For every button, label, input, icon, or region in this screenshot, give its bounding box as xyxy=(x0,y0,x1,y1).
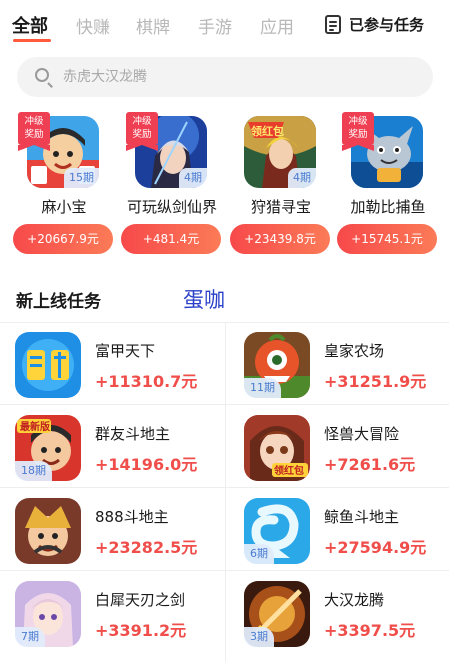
task-item[interactable]: 888斗地主 +23282.5元 xyxy=(0,488,224,570)
period-badge: 4期 xyxy=(288,168,316,188)
task-item[interactable]: 3期 大汉龙腾 +3397.5元 xyxy=(226,571,449,653)
task-item[interactable]: 领红包 怪兽大冒险 +7261.6元 xyxy=(226,405,449,487)
search-input[interactable] xyxy=(63,57,413,97)
task-item[interactable]: 富甲天下 +11310.7元 xyxy=(0,322,224,404)
featured-amount-button[interactable]: +20667.9元 xyxy=(13,224,113,254)
tab-chess-cards[interactable]: 棋牌 xyxy=(136,13,170,38)
document-icon xyxy=(325,15,341,34)
svg-text:领红包: 领红包 xyxy=(250,124,284,138)
featured-name: 狩猎寻宝 xyxy=(250,198,311,216)
task-amount: +27594.9元 xyxy=(324,538,427,557)
task-amount: +23282.5元 xyxy=(95,538,198,557)
tab-quick-earn[interactable]: 快赚 xyxy=(76,13,110,38)
featured-amount-button[interactable]: +481.4元 xyxy=(121,224,221,254)
svg-text:领红包: 领红包 xyxy=(274,464,304,477)
search-icon xyxy=(35,68,49,82)
featured-item[interactable]: 冲级 奖励 加勒比捕鱼 +15745.1元 xyxy=(336,112,440,262)
featured-item[interactable]: 领红包 4期 狩猎寻宝 +23439.8元 xyxy=(229,112,333,262)
level-reward-badge: 冲级 奖励 xyxy=(126,112,158,151)
featured-name: 可玩纵剑仙界 xyxy=(126,198,217,216)
joined-tasks-button[interactable]: 已参与任务 xyxy=(325,14,424,35)
task-item[interactable]: 最新版 18期 群友斗地主 +14196.0元 xyxy=(0,405,224,487)
level-reward-badge: 冲级 奖励 xyxy=(18,112,50,151)
task-name: 鲸鱼斗地主 xyxy=(324,508,400,526)
task-name: 888斗地主 xyxy=(95,508,169,526)
task-amount: +11310.7元 xyxy=(95,372,198,391)
task-amount: +3391.2元 xyxy=(95,621,187,640)
task-name: 富甲天下 xyxy=(95,342,156,360)
period-badge: 4期 xyxy=(179,168,207,188)
featured-amount-button[interactable]: +23439.8元 xyxy=(230,224,330,254)
task-amount: +14196.0元 xyxy=(95,455,198,474)
task-item[interactable]: 6期 鲸鱼斗地主 +27594.9元 xyxy=(226,488,449,570)
task-name: 白犀天刃之剑 xyxy=(95,591,186,609)
period-badge: 18期 xyxy=(15,461,52,481)
tab-mobile-games[interactable]: 手游 xyxy=(198,13,232,38)
tab-apps[interactable]: 应用 xyxy=(260,13,294,38)
period-badge: 15期 xyxy=(64,168,99,188)
task-name: 大汉龙腾 xyxy=(324,591,385,609)
watermark-text: 蛋咖 xyxy=(183,288,225,312)
svg-text:最新版: 最新版 xyxy=(20,420,50,433)
task-amount: +3397.5元 xyxy=(324,621,416,640)
featured-item[interactable]: 冲级 奖励 15期 麻小宝 +20667.9元 xyxy=(12,112,116,262)
featured-name: 加勒比捕鱼 xyxy=(350,198,426,216)
fujia-icon xyxy=(15,332,81,398)
period-badge: 7期 xyxy=(15,627,45,647)
period-badge: 3期 xyxy=(244,627,274,647)
task-item[interactable]: 11期 皇家农场 +31251.9元 xyxy=(226,322,449,404)
task-amount: +31251.9元 xyxy=(324,372,427,391)
task-name: 群友斗地主 xyxy=(95,425,171,443)
search-bar[interactable] xyxy=(17,57,433,97)
featured-games: 冲级 奖励 15期 麻小宝 +20667.9元 冲级 奖励 4期 可玩纵剑仙界 +4… xyxy=(0,112,449,262)
task-amount: +7261.6元 xyxy=(324,455,416,474)
tab-all[interactable]: 全部 xyxy=(12,12,48,38)
landlord-888-icon xyxy=(15,498,81,564)
featured-item[interactable]: 冲级 奖励 4期 可玩纵剑仙界 +481.4元 xyxy=(120,112,224,262)
task-name: 皇家农场 xyxy=(324,342,385,360)
category-tabs: 全部 快赚 棋牌 手游 应用 已参与任务 xyxy=(0,0,449,52)
active-tab-indicator xyxy=(13,39,51,42)
monster-girl-icon: 领红包 xyxy=(244,415,310,481)
featured-name: 麻小宝 xyxy=(41,198,87,216)
period-badge: 6期 xyxy=(244,544,274,564)
level-reward-badge: 冲级 奖励 xyxy=(342,112,374,151)
period-badge: 11期 xyxy=(244,378,281,398)
featured-amount-button[interactable]: +15745.1元 xyxy=(337,224,437,254)
joined-tasks-label: 已参与任务 xyxy=(349,16,425,34)
new-tasks-grid: 富甲天下 +11310.7元 11期 皇家农场 +31251.9元 最新版 18… xyxy=(0,322,449,662)
task-name: 怪兽大冒险 xyxy=(324,425,400,443)
section-title: 新上线任务 xyxy=(16,292,101,312)
task-item[interactable]: 7期 白犀天刃之剑 +3391.2元 xyxy=(0,571,224,653)
